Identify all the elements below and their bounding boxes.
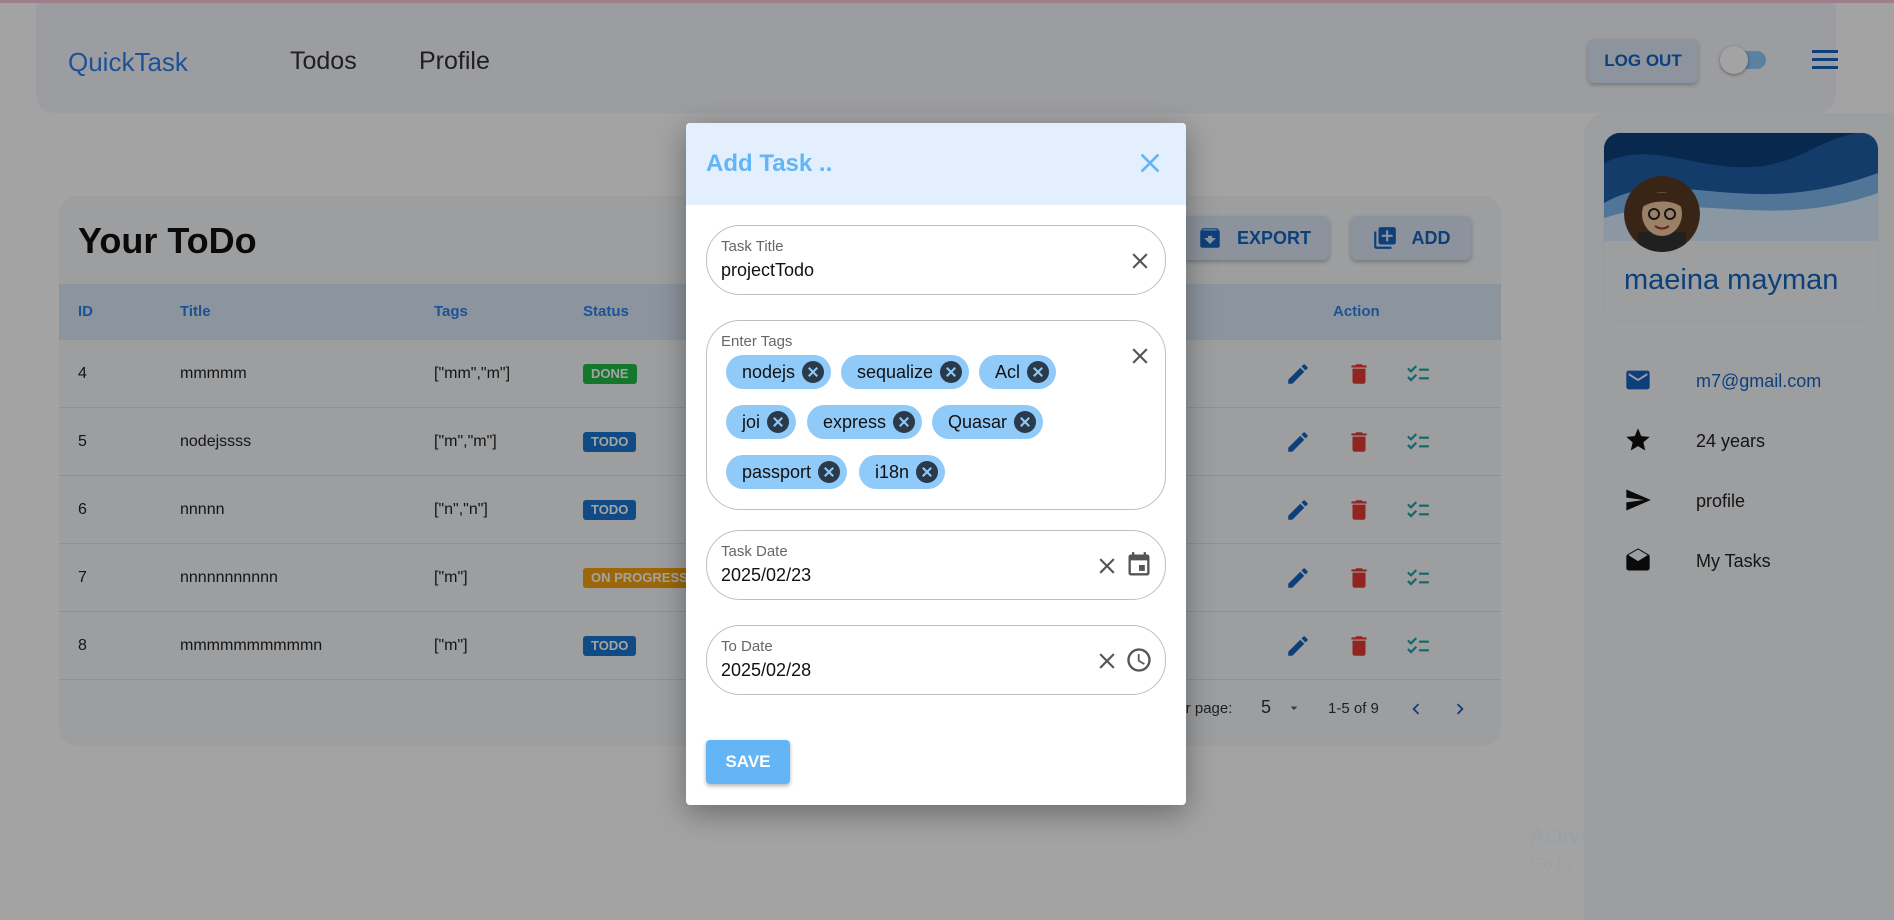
task-date-input[interactable]: 2025/02/23 bbox=[721, 565, 811, 586]
remove-tag-icon[interactable] bbox=[916, 461, 939, 483]
clear-icon[interactable] bbox=[1127, 343, 1153, 369]
clear-icon[interactable] bbox=[1127, 248, 1153, 274]
dialog-header: Add Task .. bbox=[686, 123, 1186, 205]
tag-chip-label: sequalize bbox=[857, 362, 934, 382]
save-button[interactable]: SAVE bbox=[706, 740, 790, 784]
tag-chip[interactable]: nodejs bbox=[726, 355, 832, 389]
tags-field[interactable]: Enter Tags nodejs sequalize Acl joi expr… bbox=[706, 320, 1166, 510]
to-date-input[interactable]: 2025/02/28 bbox=[721, 660, 811, 681]
task-title-input[interactable]: projectTodo bbox=[721, 260, 814, 281]
clear-icon[interactable] bbox=[1094, 553, 1120, 579]
tag-chip-label: passport bbox=[742, 462, 812, 482]
tag-chip-label: Quasar bbox=[948, 412, 1008, 432]
tag-chip[interactable]: passport bbox=[726, 455, 848, 489]
add-task-dialog: Add Task .. Task Title projectTodo Enter… bbox=[686, 123, 1186, 805]
remove-tag-icon[interactable] bbox=[1027, 361, 1050, 383]
task-date-field[interactable]: Task Date 2025/02/23 bbox=[706, 530, 1166, 600]
task-date-label: Task Date bbox=[721, 543, 788, 560]
remove-tag-icon[interactable] bbox=[818, 461, 841, 483]
windows-watermark-subtitle: Go to Settings to activate Windows. bbox=[1530, 854, 1799, 873]
tag-chip[interactable]: sequalize bbox=[841, 355, 970, 389]
close-icon[interactable] bbox=[1134, 147, 1166, 179]
remove-tag-icon[interactable] bbox=[1014, 411, 1037, 433]
calendar-icon[interactable] bbox=[1125, 551, 1153, 579]
remove-tag-icon[interactable] bbox=[767, 411, 790, 433]
tag-chip[interactable]: express bbox=[807, 405, 923, 439]
clock-icon[interactable] bbox=[1125, 646, 1153, 674]
tag-chip[interactable]: Quasar bbox=[932, 405, 1044, 439]
to-date-label: To Date bbox=[721, 638, 773, 655]
tags-label: Enter Tags bbox=[721, 333, 793, 350]
remove-tag-icon[interactable] bbox=[893, 411, 916, 433]
task-title-label: Task Title bbox=[721, 238, 784, 255]
remove-tag-icon[interactable] bbox=[802, 361, 825, 383]
clear-icon[interactable] bbox=[1094, 648, 1120, 674]
dialog-title: Add Task .. bbox=[706, 150, 833, 177]
tag-chip-label: express bbox=[823, 412, 887, 432]
tag-chip-label: joi bbox=[742, 412, 761, 432]
tag-chip-label: nodejs bbox=[742, 362, 796, 382]
tag-chip-label: Acl bbox=[995, 362, 1021, 382]
tag-chip[interactable]: i18n bbox=[859, 455, 946, 489]
tag-chip[interactable]: joi bbox=[726, 405, 797, 439]
tag-chip-label: i18n bbox=[875, 462, 910, 482]
remove-tag-icon[interactable] bbox=[940, 361, 963, 383]
windows-watermark-title: Activate Windows bbox=[1530, 822, 1712, 848]
tag-chip[interactable]: Acl bbox=[979, 355, 1057, 389]
task-title-field[interactable]: Task Title projectTodo bbox=[706, 225, 1166, 295]
to-date-field[interactable]: To Date 2025/02/28 bbox=[706, 625, 1166, 695]
